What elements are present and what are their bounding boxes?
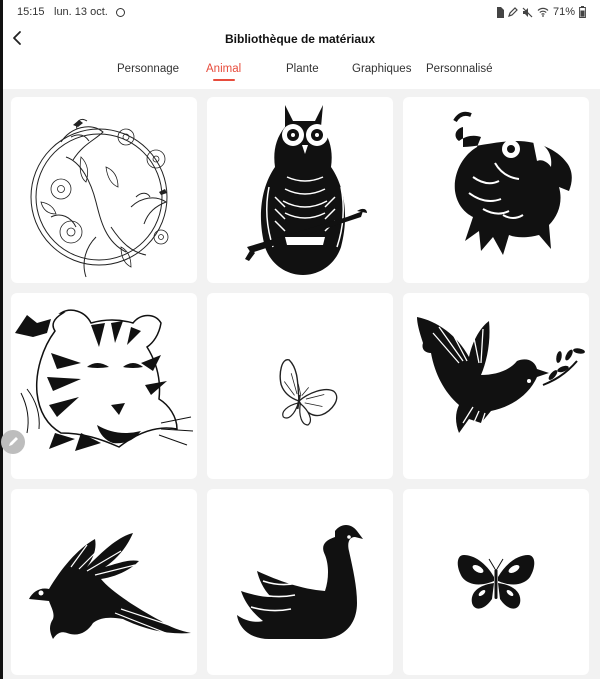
battery-level: 71% bbox=[552, 6, 575, 18]
birds-flowers-image bbox=[30, 118, 169, 278]
material-card[interactable] bbox=[11, 97, 197, 283]
owl-image bbox=[245, 105, 367, 275]
tab-graphiques[interactable]: Graphiques bbox=[352, 63, 411, 75]
macaw-image bbox=[29, 533, 191, 639]
category-tabs: Personnage Animal Plante Graphiques Pers… bbox=[0, 58, 600, 86]
material-card[interactable] bbox=[207, 293, 393, 479]
dove-image bbox=[417, 317, 585, 433]
status-icons: 71% bbox=[496, 5, 586, 19]
material-card[interactable] bbox=[403, 489, 589, 675]
edit-handle[interactable] bbox=[1, 430, 25, 454]
active-tab-indicator bbox=[213, 79, 235, 81]
status-date: lun. 13 oct. bbox=[54, 6, 108, 18]
battery-icon bbox=[579, 6, 586, 18]
focus-dot-icon bbox=[116, 8, 125, 17]
tab-animal[interactable]: Animal bbox=[206, 63, 241, 75]
tab-plante[interactable]: Plante bbox=[286, 63, 319, 75]
pen-icon bbox=[508, 7, 518, 17]
wifi-icon bbox=[537, 7, 549, 17]
page-title: Bibliothèque de matériaux bbox=[224, 32, 376, 46]
material-card[interactable] bbox=[11, 293, 197, 479]
material-card[interactable] bbox=[403, 293, 589, 479]
tab-personnage[interactable]: Personnage bbox=[117, 63, 179, 75]
material-card[interactable] bbox=[11, 489, 197, 675]
butterfly-image bbox=[279, 359, 338, 426]
material-card[interactable] bbox=[207, 97, 393, 283]
tab-personnalise[interactable]: Personnalisé bbox=[426, 63, 492, 75]
status-bar: 15:15 lun. 13 oct. 71% bbox=[0, 0, 600, 26]
material-card[interactable] bbox=[207, 489, 393, 675]
material-card[interactable] bbox=[403, 97, 589, 283]
tiger-image bbox=[15, 309, 194, 451]
status-time: 15:15 bbox=[17, 6, 45, 18]
parrot-image bbox=[453, 111, 572, 255]
material-grid bbox=[1, 89, 600, 679]
swan-image bbox=[237, 525, 363, 639]
sd-card-icon bbox=[496, 6, 504, 18]
pencil-icon bbox=[9, 437, 18, 446]
butterfly-silhouette-image bbox=[457, 555, 535, 609]
mute-icon bbox=[522, 7, 533, 17]
header: Bibliothèque de matériaux bbox=[0, 26, 600, 52]
